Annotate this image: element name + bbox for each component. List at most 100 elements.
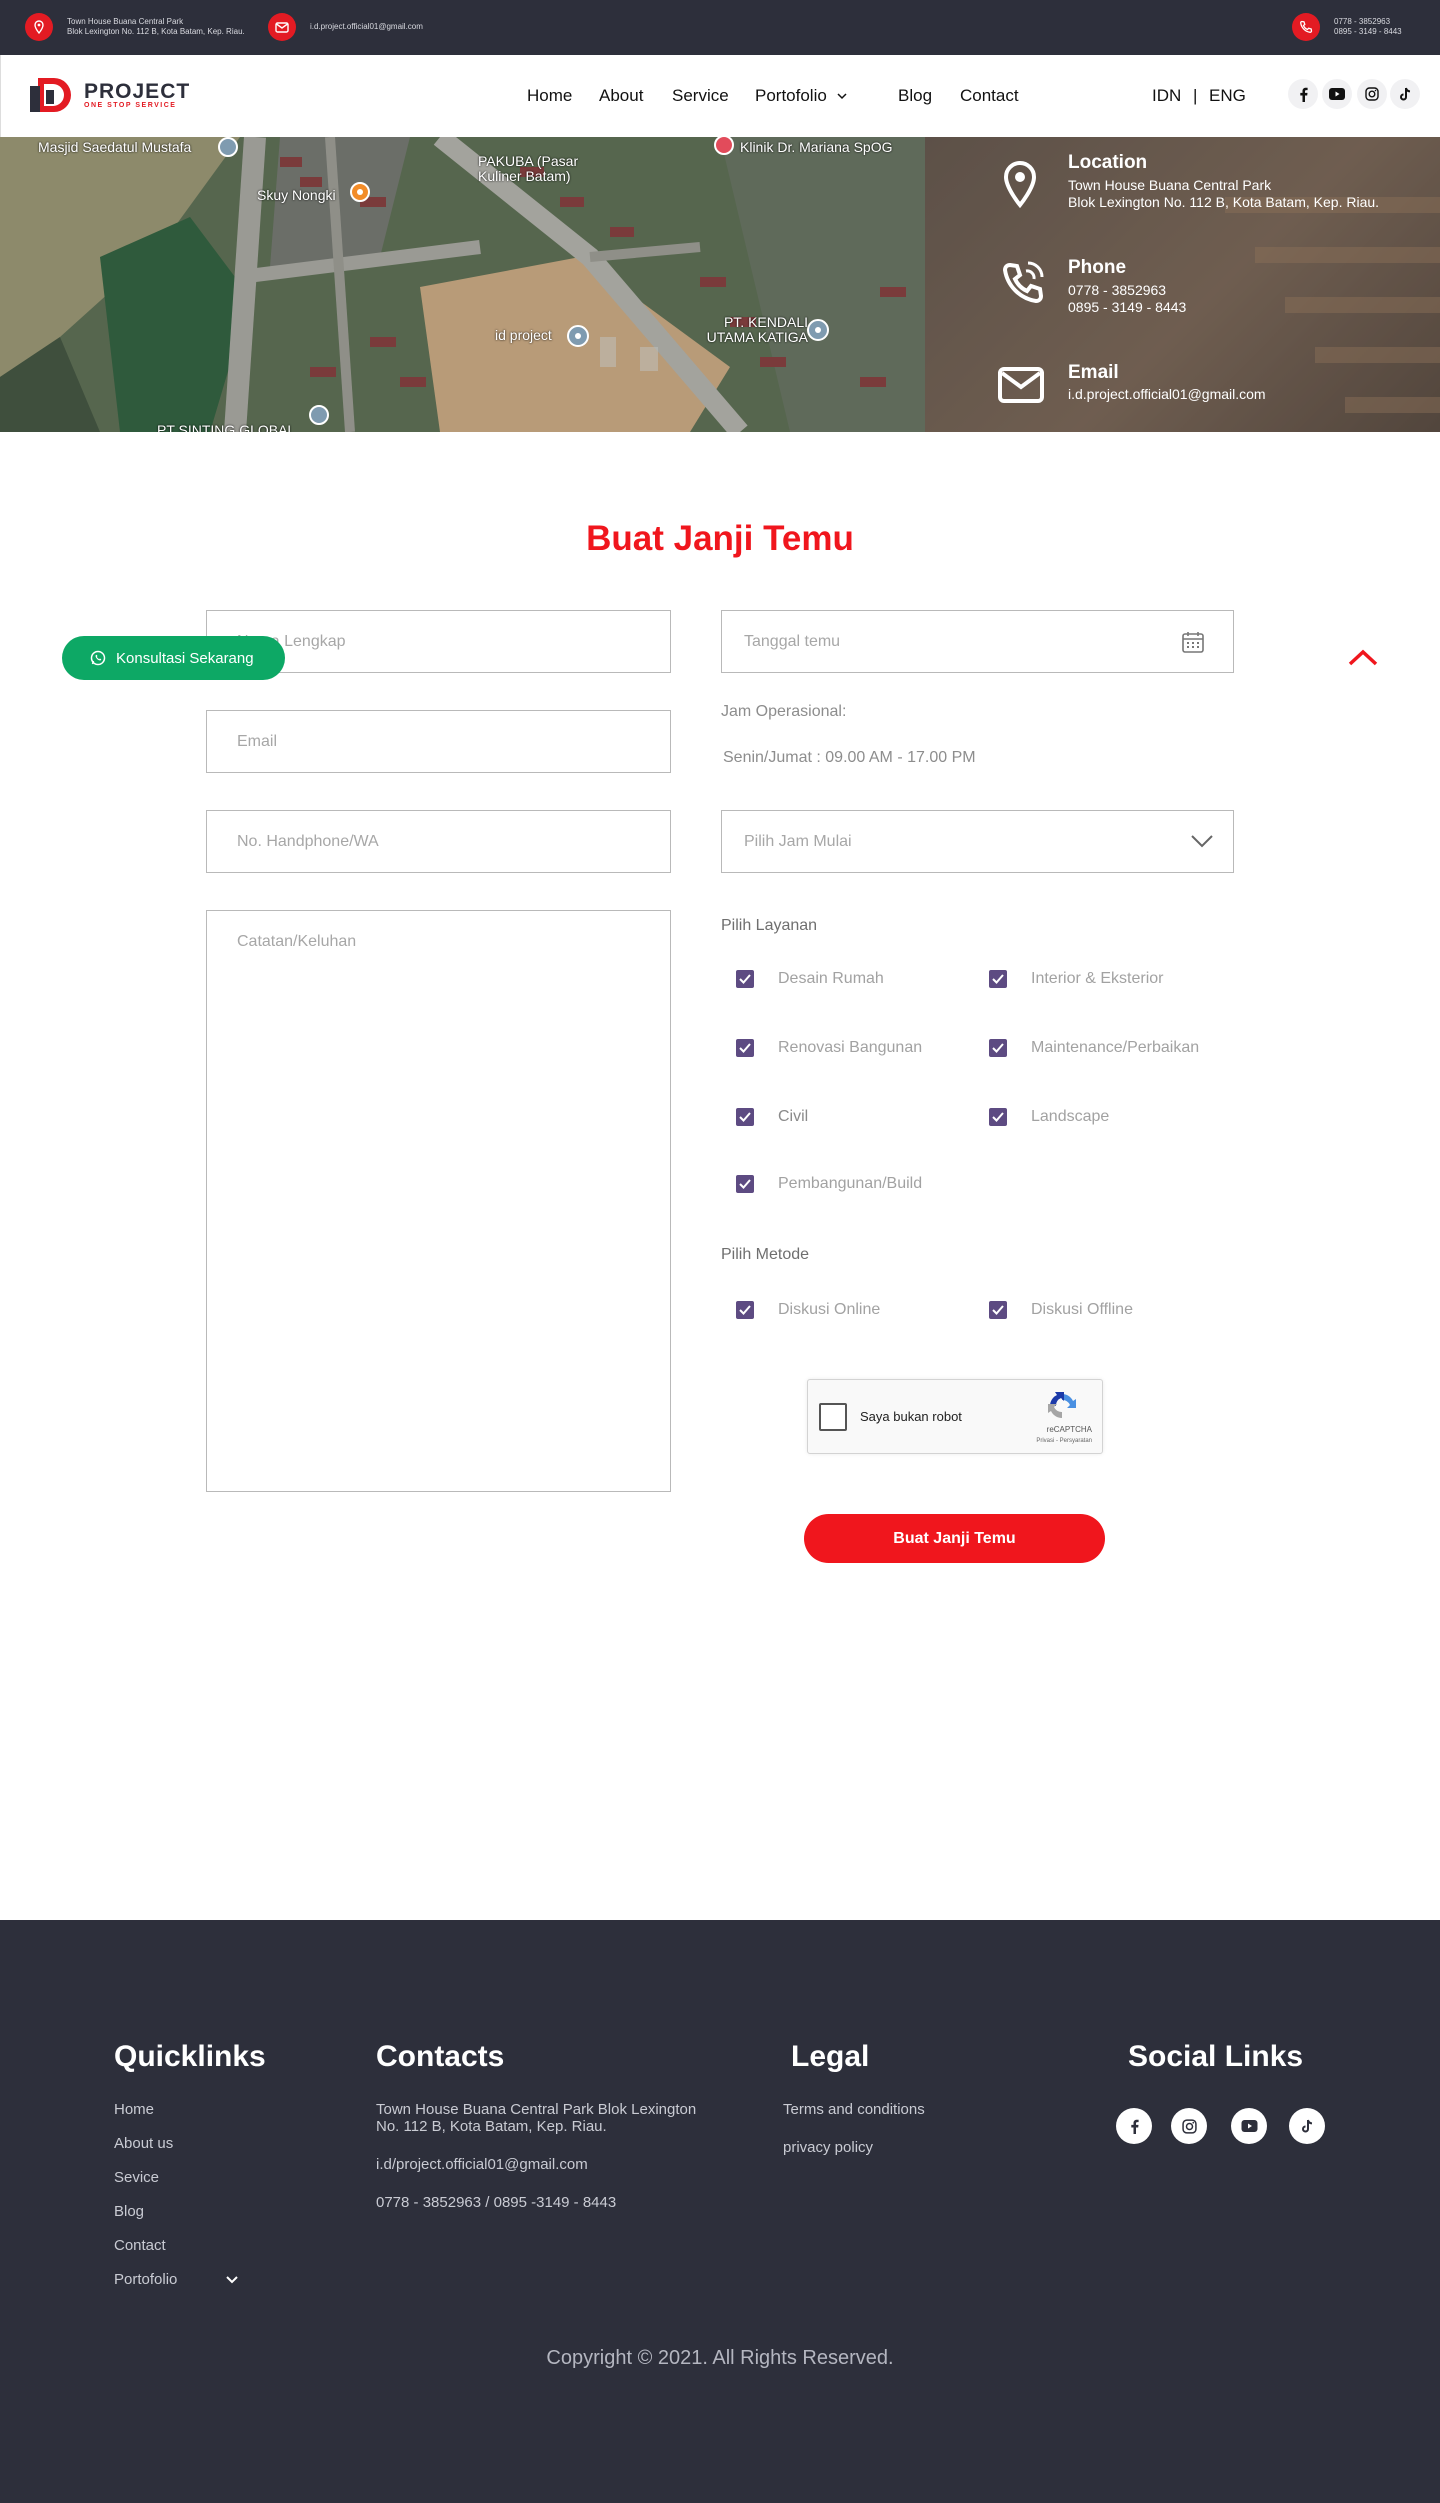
nav-service[interactable]: Service — [672, 86, 729, 106]
check-icon — [736, 1175, 754, 1193]
phone-icon — [998, 259, 1044, 304]
phone-input-placeholder: No. Handphone/WA — [237, 832, 379, 850]
phone-input[interactable]: No. Handphone/WA — [206, 810, 671, 873]
services-label: Pilih Layanan — [721, 917, 818, 934]
footer-link-terms[interactable]: Terms and conditions — [783, 2101, 925, 2118]
nav-home[interactable]: Home — [527, 86, 572, 106]
mail-icon — [998, 367, 1044, 411]
hours-value: Senin/Jumat : 09.00 AM - 17.00 PM — [723, 749, 976, 766]
notes-placeholder: Catatan/Keluhan — [237, 933, 357, 950]
topbar-phone[interactable]: 0778 - 3852963 0895 - 3149 - 8443 — [1292, 13, 1402, 41]
mail-icon — [268, 13, 296, 41]
instagram-icon[interactable] — [1357, 79, 1387, 109]
service-checkbox-maintenance[interactable]: Maintenance/Perbaikan — [989, 1039, 1199, 1057]
lang-eng[interactable]: ENG — [1209, 86, 1246, 106]
location-title: Location — [1068, 152, 1148, 173]
top-info-bar: Town House Buana Central Park Blok Lexin… — [0, 0, 1440, 55]
service-checkbox-build[interactable]: Pembangunan/Build — [736, 1175, 922, 1193]
youtube-icon[interactable] — [1231, 2108, 1267, 2144]
service-label: Civil — [778, 1108, 809, 1125]
footer-link-contact[interactable]: Contact — [114, 2237, 166, 2254]
brand-logo[interactable]: PROJECT ONE STOP SERVICE — [26, 72, 190, 118]
check-icon — [736, 1039, 754, 1057]
topbar-phone-line2: 0895 - 3149 - 8443 — [1334, 27, 1402, 36]
phone-title: Phone — [1068, 257, 1127, 278]
tiktok-icon[interactable] — [1289, 2108, 1325, 2144]
topbar-address-line2: Blok Lexington No. 112 B, Kota Batam, Ke… — [67, 27, 245, 36]
map-label-pakuba: PAKUBA (Pasar Kuliner Batam) — [478, 153, 579, 184]
topbar-phone-line1: 0778 - 3852963 — [1334, 17, 1391, 26]
recaptcha-label: Saya bukan robot — [860, 1409, 962, 1424]
facebook-icon[interactable] — [1288, 79, 1318, 109]
location-section: Masjid Saedatul Mustafa Skuy Nongki PAKU… — [0, 137, 1440, 432]
nav-about[interactable]: About — [599, 86, 643, 106]
footer-link-service[interactable]: Sevice — [114, 2169, 159, 2186]
method-label: Pilih Metode — [721, 1246, 810, 1263]
method-checkbox-online[interactable]: Diskusi Online — [736, 1301, 880, 1319]
footer-link-about[interactable]: About us — [114, 2135, 173, 2152]
contact-info-panel: Location Town House Buana Central Park B… — [925, 137, 1440, 432]
whatsapp-label: Konsultasi Sekarang — [116, 649, 254, 667]
method-checkbox-offline[interactable]: Diskusi Offline — [989, 1301, 1133, 1319]
instagram-icon[interactable] — [1171, 2108, 1207, 2144]
nav-portofolio[interactable]: Portofolio — [755, 86, 847, 106]
service-checkbox-civil[interactable]: Civil — [736, 1108, 808, 1126]
time-select[interactable]: Pilih Jam Mulai — [721, 810, 1234, 873]
chevron-down-icon — [837, 92, 847, 99]
location-pin-icon — [998, 159, 1042, 209]
brand-tagline: ONE STOP SERVICE — [84, 101, 177, 109]
recaptcha-links[interactable]: Privasi - Persyaratan — [1036, 1438, 1092, 1444]
footer-link-privacy[interactable]: privacy policy — [783, 2139, 873, 2156]
hours-label: Jam Operasional: — [721, 703, 847, 720]
main-navbar: PROJECT ONE STOP SERVICE Home About Serv… — [0, 55, 1440, 137]
youtube-icon[interactable] — [1322, 79, 1352, 109]
notes-textarea[interactable]: Catatan/Keluhan — [206, 910, 671, 1492]
facebook-icon[interactable] — [1116, 2108, 1152, 2144]
map-label-sinting: PT SINTING GLOBAL — [157, 422, 296, 432]
recaptcha-checkbox[interactable] — [819, 1403, 847, 1431]
phone-icon — [1292, 13, 1320, 41]
map-label-kendali: PT. KENDALI UTAMA KATIGA — [706, 314, 808, 345]
date-input[interactable]: Tanggal temu — [721, 610, 1234, 673]
brand-name: PROJECT — [84, 79, 191, 103]
topbar-email[interactable]: i.d.project.official01@gmail.com — [268, 13, 423, 41]
nav-blog[interactable]: Blog — [898, 86, 932, 106]
check-icon — [989, 970, 1007, 988]
email-value[interactable]: i.d.project.official01@gmail.com — [1068, 386, 1266, 402]
footer-link-portofolio[interactable]: Portofolio — [114, 2271, 177, 2288]
check-icon — [989, 1108, 1007, 1126]
lang-idn[interactable]: IDN — [1152, 86, 1181, 106]
chevron-down-icon[interactable] — [226, 2276, 238, 2284]
footer-phone: 0778 - 3852963 / 0895 -3149 - 8443 — [376, 2194, 617, 2211]
calendar-icon[interactable] — [1181, 630, 1205, 654]
topbar-address-line1: Town House Buana Central Park — [67, 17, 184, 26]
service-checkbox-landscape[interactable]: Landscape — [989, 1108, 1109, 1126]
map-label-masjid: Masjid Saedatul Mustafa — [38, 139, 192, 155]
topbar-address: Town House Buana Central Park Blok Lexin… — [25, 13, 245, 41]
footer-link-home[interactable]: Home — [114, 2101, 154, 2118]
nav-contact[interactable]: Contact — [960, 86, 1019, 106]
email-field[interactable]: Email — [206, 710, 671, 773]
tiktok-icon[interactable] — [1390, 79, 1420, 109]
lang-separator: | — [1193, 86, 1198, 105]
service-label: Desain Rumah — [778, 970, 884, 987]
method-label-text: Diskusi Offline — [1031, 1301, 1133, 1318]
footer-link-blog[interactable]: Blog — [114, 2203, 144, 2220]
service-checkbox-desain[interactable]: Desain Rumah — [736, 970, 884, 988]
service-checkbox-interior[interactable]: Interior & Eksterior — [989, 970, 1163, 988]
whatsapp-consult-button[interactable]: Konsultasi Sekarang — [62, 636, 285, 680]
service-checkbox-renovasi[interactable]: Renovasi Bangunan — [736, 1039, 922, 1057]
date-input-placeholder: Tanggal temu — [744, 632, 841, 650]
scroll-top-button[interactable] — [1348, 648, 1378, 671]
location-line2: Blok Lexington No. 112 B, Kota Batam, Ke… — [1068, 194, 1380, 210]
map-label-idproject: id project — [495, 327, 552, 343]
recaptcha-widget: Saya bukan robot reCAPTCHA Privasi - Per… — [807, 1379, 1103, 1454]
submit-button[interactable]: Buat Janji Temu — [804, 1514, 1105, 1563]
check-icon — [736, 1108, 754, 1126]
map-embed[interactable]: Masjid Saedatul Mustafa Skuy Nongki PAKU… — [0, 137, 925, 432]
footer-address-line2: No. 112 B, Kota Batam, Kep. Riau. — [376, 2118, 607, 2135]
topbar-email-text: i.d.project.official01@gmail.com — [310, 22, 423, 31]
whatsapp-icon — [90, 650, 106, 666]
footer-email[interactable]: i.d/project.official01@gmail.com — [376, 2156, 588, 2173]
site-footer — [0, 1920, 1440, 2503]
